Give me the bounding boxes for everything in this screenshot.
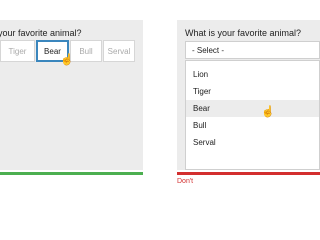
dont-caption: Don't <box>177 178 194 185</box>
option-bull[interactable]: Bull <box>70 40 102 62</box>
option-tiger[interactable]: Tiger <box>0 40 35 62</box>
animal-dropdown-list: Lion Tiger Bear Bull Serval <box>185 60 320 170</box>
dropdown-option-lion[interactable]: Lion <box>186 66 319 83</box>
dropdown-option-bull[interactable]: Bull <box>186 117 319 134</box>
animal-select[interactable]: - Select - <box>185 41 320 59</box>
option-serval[interactable]: Serval <box>103 40 135 62</box>
question-label: your favorite animal? <box>0 28 82 38</box>
dont-indicator-bar <box>177 172 320 175</box>
dropdown-option-serval[interactable]: Serval <box>186 134 319 151</box>
question-label: What is your favorite animal? <box>185 28 302 38</box>
do-indicator-bar <box>0 172 143 175</box>
hand-pointer-icon: ☝ <box>60 54 74 66</box>
dropdown-option-bear[interactable]: Bear <box>186 100 319 117</box>
bad-example-panel: What is your favorite animal? - Select -… <box>177 20 320 170</box>
good-example-panel: your favorite animal? Tiger Bear Bull Se… <box>0 20 143 170</box>
dropdown-option-tiger[interactable]: Tiger <box>186 83 319 100</box>
hand-pointer-icon: ☝ <box>261 106 275 118</box>
